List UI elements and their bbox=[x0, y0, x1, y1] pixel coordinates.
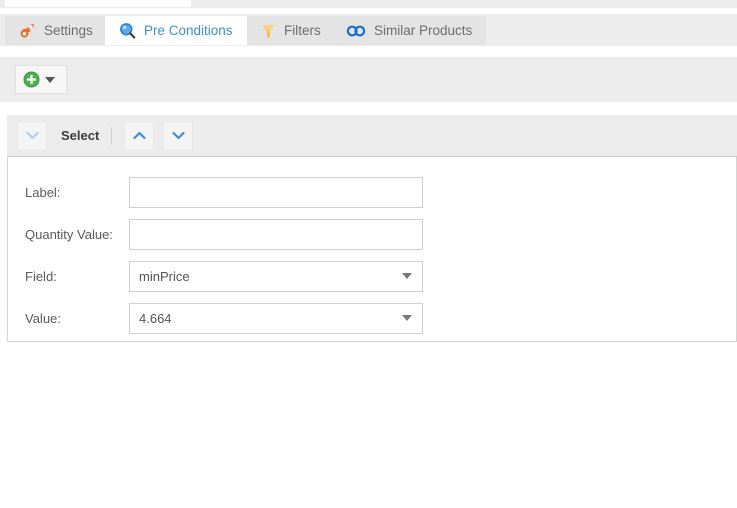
tab-settings[interactable]: Settings bbox=[5, 16, 107, 45]
add-condition-button[interactable] bbox=[15, 65, 67, 94]
value-field-label: Value: bbox=[25, 310, 61, 326]
label-field-label: Label: bbox=[25, 184, 61, 200]
tab-similar-products[interactable]: Similar Products bbox=[332, 16, 487, 45]
label-input[interactable] bbox=[129, 176, 423, 208]
form-row-label: Label: bbox=[8, 171, 736, 213]
condition-section: Select Label: Quantity Value: Field: min… bbox=[7, 115, 737, 342]
funnel-icon bbox=[261, 23, 276, 39]
chevron-down-icon bbox=[172, 131, 185, 140]
tab-filters[interactable]: Filters bbox=[247, 16, 335, 45]
field-select-value: minPrice bbox=[139, 268, 190, 284]
gears-icon bbox=[19, 23, 36, 39]
chevron-down-icon bbox=[402, 315, 412, 321]
form-row-value: Value: 4.664 bbox=[8, 297, 736, 339]
chevron-up-icon bbox=[133, 131, 146, 140]
linked-circles-icon bbox=[346, 25, 366, 37]
form-row-field: Field: minPrice bbox=[8, 255, 736, 297]
condition-form: Label: Quantity Value: Field: minPrice V… bbox=[7, 157, 737, 342]
add-condition-dropdown-icon[interactable] bbox=[45, 76, 55, 83]
tab-filters-label: Filters bbox=[284, 22, 321, 38]
field-field-label: Field: bbox=[25, 268, 57, 284]
tab-settings-label: Settings bbox=[44, 22, 93, 38]
magnifier-icon bbox=[119, 22, 136, 39]
quantity-value-input[interactable] bbox=[129, 218, 423, 250]
quantity-value-field-label: Quantity Value: bbox=[25, 226, 113, 242]
chevron-down-icon bbox=[25, 131, 39, 140]
tab-pre-conditions-label: Pre Conditions bbox=[144, 22, 233, 38]
chevron-down-icon bbox=[402, 273, 412, 279]
move-up-button[interactable] bbox=[124, 120, 155, 151]
form-row-quantity-value: Quantity Value: bbox=[8, 213, 736, 255]
top-panel-sliver bbox=[0, 0, 737, 8]
tab-similar-products-label: Similar Products bbox=[374, 22, 473, 38]
plus-circle-icon bbox=[23, 71, 40, 88]
field-select[interactable]: minPrice bbox=[129, 260, 423, 292]
top-panel-sliver-highlight bbox=[5, 0, 191, 7]
move-down-button[interactable] bbox=[163, 120, 194, 151]
tab-bar: Settings Pre Conditions Filters Similar … bbox=[0, 14, 737, 46]
tab-pre-conditions[interactable]: Pre Conditions bbox=[105, 16, 247, 45]
value-select-value: 4.664 bbox=[139, 310, 172, 326]
collapse-section-button[interactable] bbox=[17, 120, 47, 151]
toolbar bbox=[0, 57, 737, 102]
value-select[interactable]: 4.664 bbox=[129, 302, 423, 334]
header-divider bbox=[111, 126, 113, 145]
condition-section-header: Select bbox=[7, 115, 737, 157]
condition-section-title: Select bbox=[61, 128, 100, 143]
